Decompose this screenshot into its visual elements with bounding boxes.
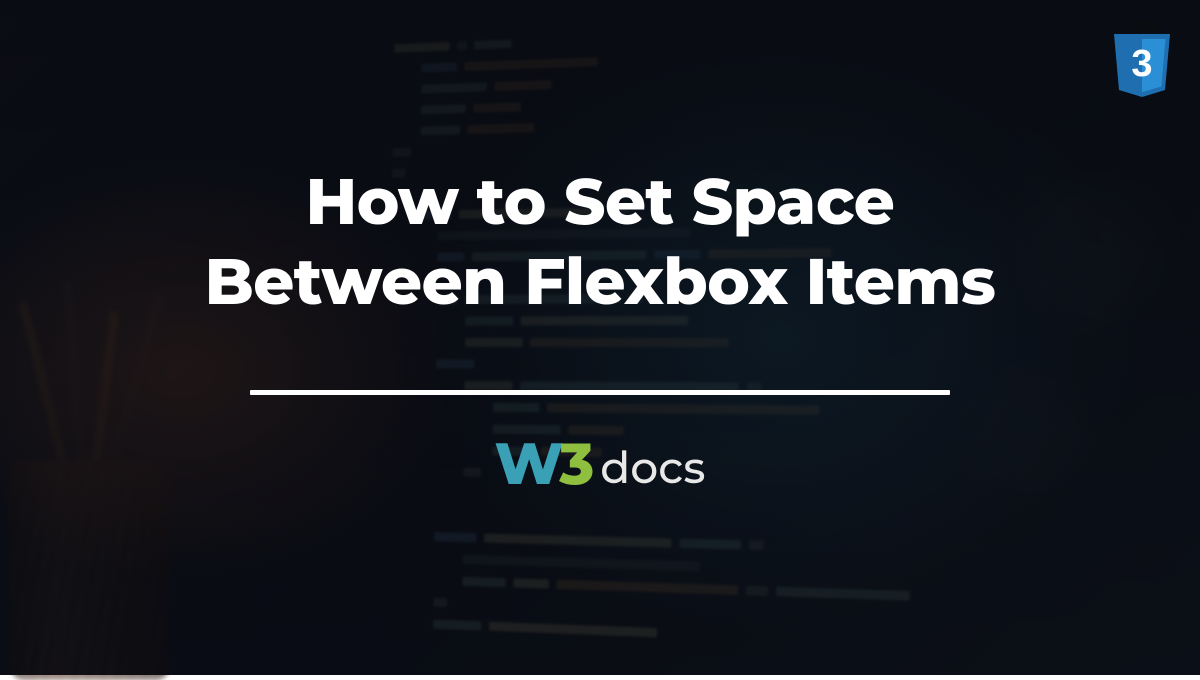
divider-line <box>250 390 950 395</box>
title-line-2: Between Flexbox Items <box>205 243 996 321</box>
w3docs-logo: W 3 docs <box>40 435 1160 493</box>
logo-letter-w: W <box>495 435 562 493</box>
title-line-1: How to Set Space <box>306 163 895 241</box>
badge-number: 3 <box>1131 43 1152 85</box>
logo-digit-3: 3 <box>559 435 594 493</box>
logo-text-docs: docs <box>600 446 705 490</box>
content-block: How to Set Space Between Flexbox Items W… <box>0 162 1200 493</box>
css3-badge-icon: CSS 3 <box>1108 18 1176 98</box>
page-title: How to Set Space Between Flexbox Items <box>40 162 1160 322</box>
badge-top-label: CSS <box>1126 18 1159 33</box>
hero-banner: CSS 3 How to Set Space Between Flexbox I… <box>0 0 1200 675</box>
